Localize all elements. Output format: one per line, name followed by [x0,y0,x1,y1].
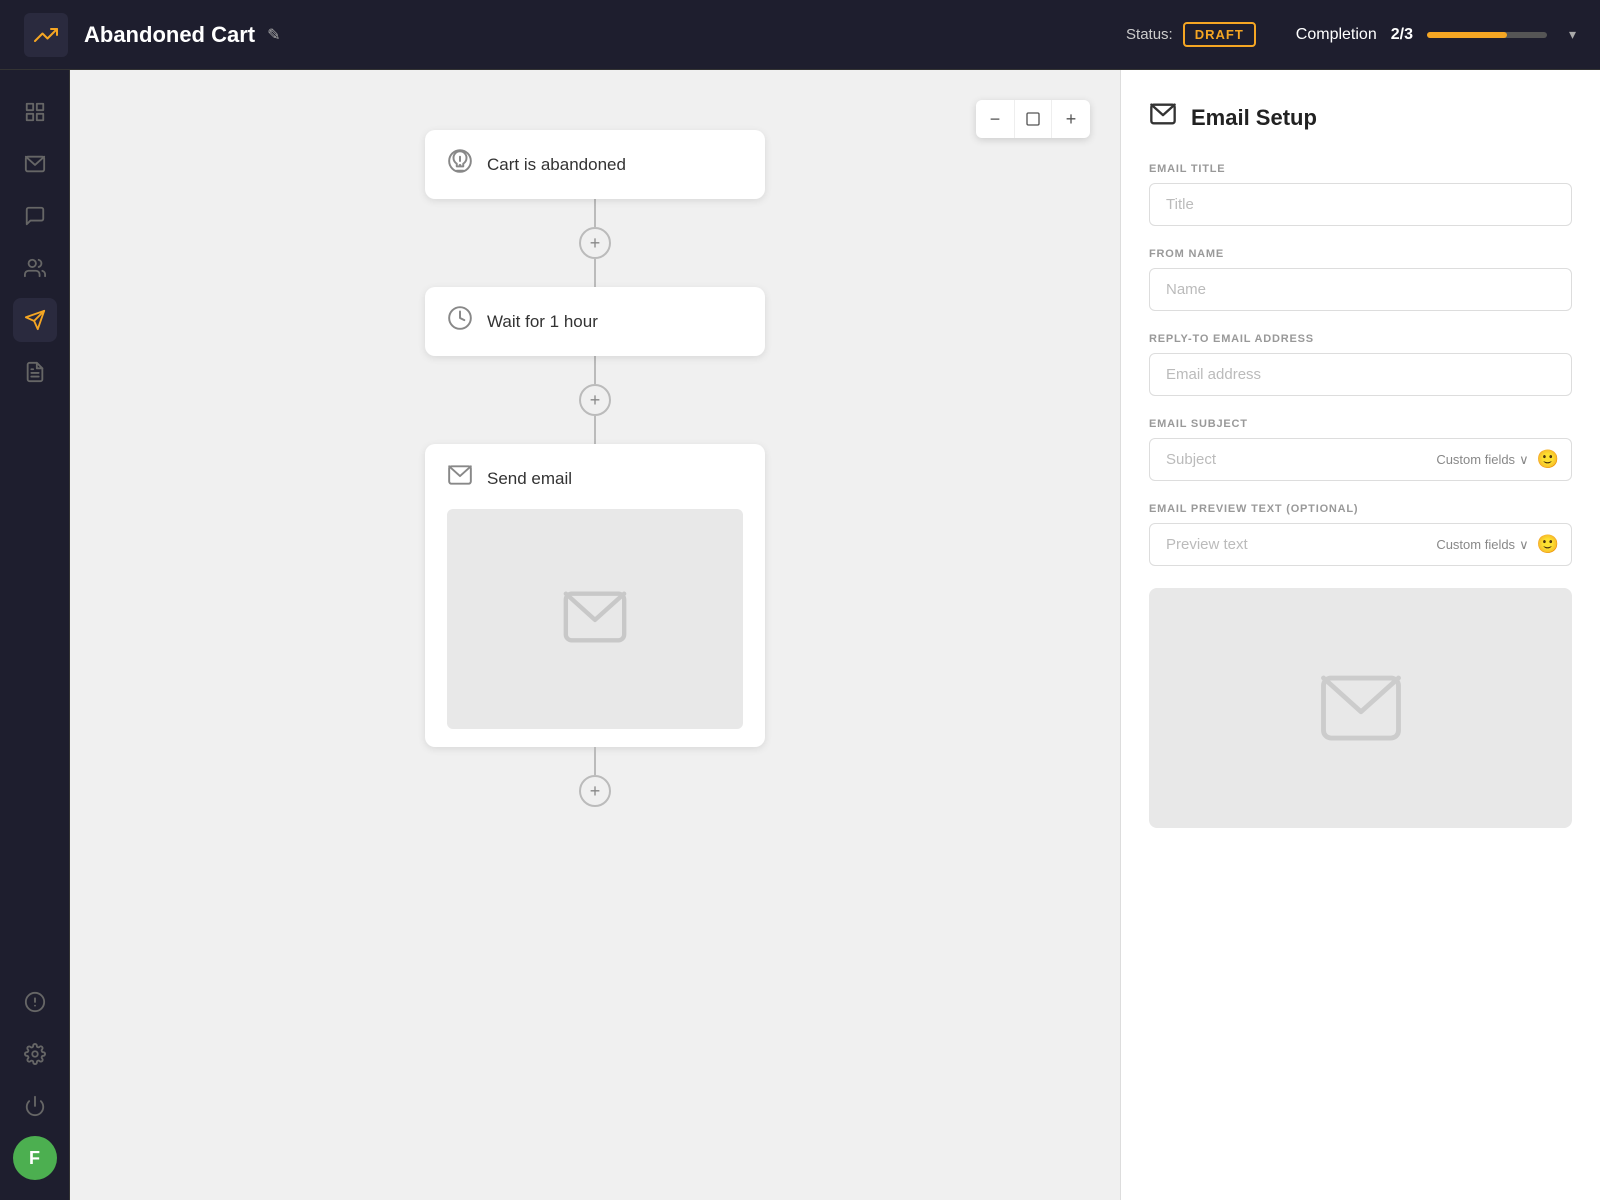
subject-emoji-button[interactable]: 🙂 [1537,449,1559,470]
preview-text-input[interactable] [1150,524,1436,565]
email-subject-input[interactable] [1150,439,1436,480]
status-label: Status: [1126,26,1173,43]
connector-2: + [579,356,611,444]
page-title: Abandoned Cart [84,22,255,48]
trigger-node[interactable]: Cart is abandoned [425,130,765,199]
email-title-label: EMAIL TITLE [1149,163,1572,175]
sidebar-item-settings[interactable] [13,1032,57,1076]
email-subject-wrapper: Custom fields ∨ 🙂 [1149,438,1572,481]
wait-node-label: Wait for 1 hour [487,312,598,332]
zoom-controls: − + [976,100,1090,138]
connector-line [594,747,596,775]
connector-line [594,356,596,384]
connector-3: + [579,747,611,807]
completion-fraction: 2/3 [1391,26,1413,44]
panel-title: Email Setup [1191,105,1317,131]
sidebar-bottom: F [13,980,57,1180]
subject-chevron-icon: ∨ [1519,452,1529,468]
connector-1: + [579,199,611,287]
send-email-header: Send email [447,462,743,495]
add-step-button-2[interactable]: + [579,384,611,416]
from-name-group: FROM NAME [1149,248,1572,311]
trigger-node-label: Cart is abandoned [487,155,626,175]
connector-line [594,259,596,287]
subject-custom-fields-label: Custom fields [1436,452,1515,467]
preview-chevron-icon: ∨ [1519,537,1529,553]
sidebar: F [0,70,70,1200]
completion-dropdown-icon[interactable]: ▾ [1569,26,1576,43]
canvas-area[interactable]: − + Car [70,70,1120,1200]
sidebar-item-contacts[interactable] [13,246,57,290]
wait-node-icon [447,305,473,338]
from-name-label: FROM NAME [1149,248,1572,260]
panel-email-preview [1149,588,1572,828]
user-avatar[interactable]: F [13,1136,57,1180]
zoom-fit-button[interactable] [1014,100,1052,138]
sidebar-item-info[interactable] [13,980,57,1024]
top-header: Abandoned Cart ✎ Status: DRAFT Completio… [0,0,1600,70]
preview-text-label: EMAIL PREVIEW TEXT (OPTIONAL) [1149,503,1572,515]
completion-bar-container [1427,32,1547,38]
sidebar-item-reports[interactable] [13,350,57,394]
completion-label: Completion [1296,26,1377,44]
email-preview-box [447,509,743,729]
preview-emoji-button[interactable]: 🙂 [1537,534,1559,555]
panel-preview-icon [1316,663,1406,753]
connector-line [594,416,596,444]
zoom-in-button[interactable]: + [1052,100,1090,138]
preview-custom-fields-button[interactable]: Custom fields ∨ [1436,537,1528,553]
app-logo [24,13,68,57]
reply-to-group: REPLY-TO EMAIL ADDRESS [1149,333,1572,396]
zoom-out-button[interactable]: − [976,100,1014,138]
send-email-label: Send email [487,469,572,489]
sidebar-item-dashboard[interactable] [13,90,57,134]
sidebar-item-chat[interactable] [13,194,57,238]
wait-node[interactable]: Wait for 1 hour [425,287,765,356]
right-panel: Email Setup EMAIL TITLE FROM NAME REPLY-… [1120,70,1600,1200]
sidebar-item-campaigns[interactable] [13,298,57,342]
send-email-icon [447,462,473,495]
email-subject-group: EMAIL SUBJECT Custom fields ∨ 🙂 [1149,418,1572,481]
from-name-input[interactable] [1149,268,1572,311]
preview-text-group: EMAIL PREVIEW TEXT (OPTIONAL) Custom fie… [1149,503,1572,566]
send-email-node[interactable]: Send email [425,444,765,747]
completion-section: Completion 2/3 ▾ [1296,26,1576,44]
email-subject-label: EMAIL SUBJECT [1149,418,1572,430]
sidebar-item-power[interactable] [13,1084,57,1128]
preview-custom-fields-label: Custom fields [1436,537,1515,552]
connector-line [594,199,596,227]
panel-header-icon [1149,100,1177,135]
flow-container: Cart is abandoned + Wait for 1 hour [70,110,1120,827]
reply-to-input[interactable] [1149,353,1572,396]
subject-custom-fields-button[interactable]: Custom fields ∨ [1436,452,1528,468]
add-step-button-3[interactable]: + [579,775,611,807]
email-title-group: EMAIL TITLE [1149,163,1572,226]
panel-header: Email Setup [1149,100,1572,135]
preview-text-wrapper: Custom fields ∨ 🙂 [1149,523,1572,566]
completion-bar [1427,32,1507,38]
sidebar-item-email[interactable] [13,142,57,186]
edit-title-icon[interactable]: ✎ [267,25,280,45]
email-title-input[interactable] [1149,183,1572,226]
email-preview-icon [560,582,630,657]
reply-to-label: REPLY-TO EMAIL ADDRESS [1149,333,1572,345]
main-layout: F − + [0,70,1600,1200]
add-step-button-1[interactable]: + [579,227,611,259]
trigger-node-icon [447,148,473,181]
status-badge: DRAFT [1183,22,1256,47]
